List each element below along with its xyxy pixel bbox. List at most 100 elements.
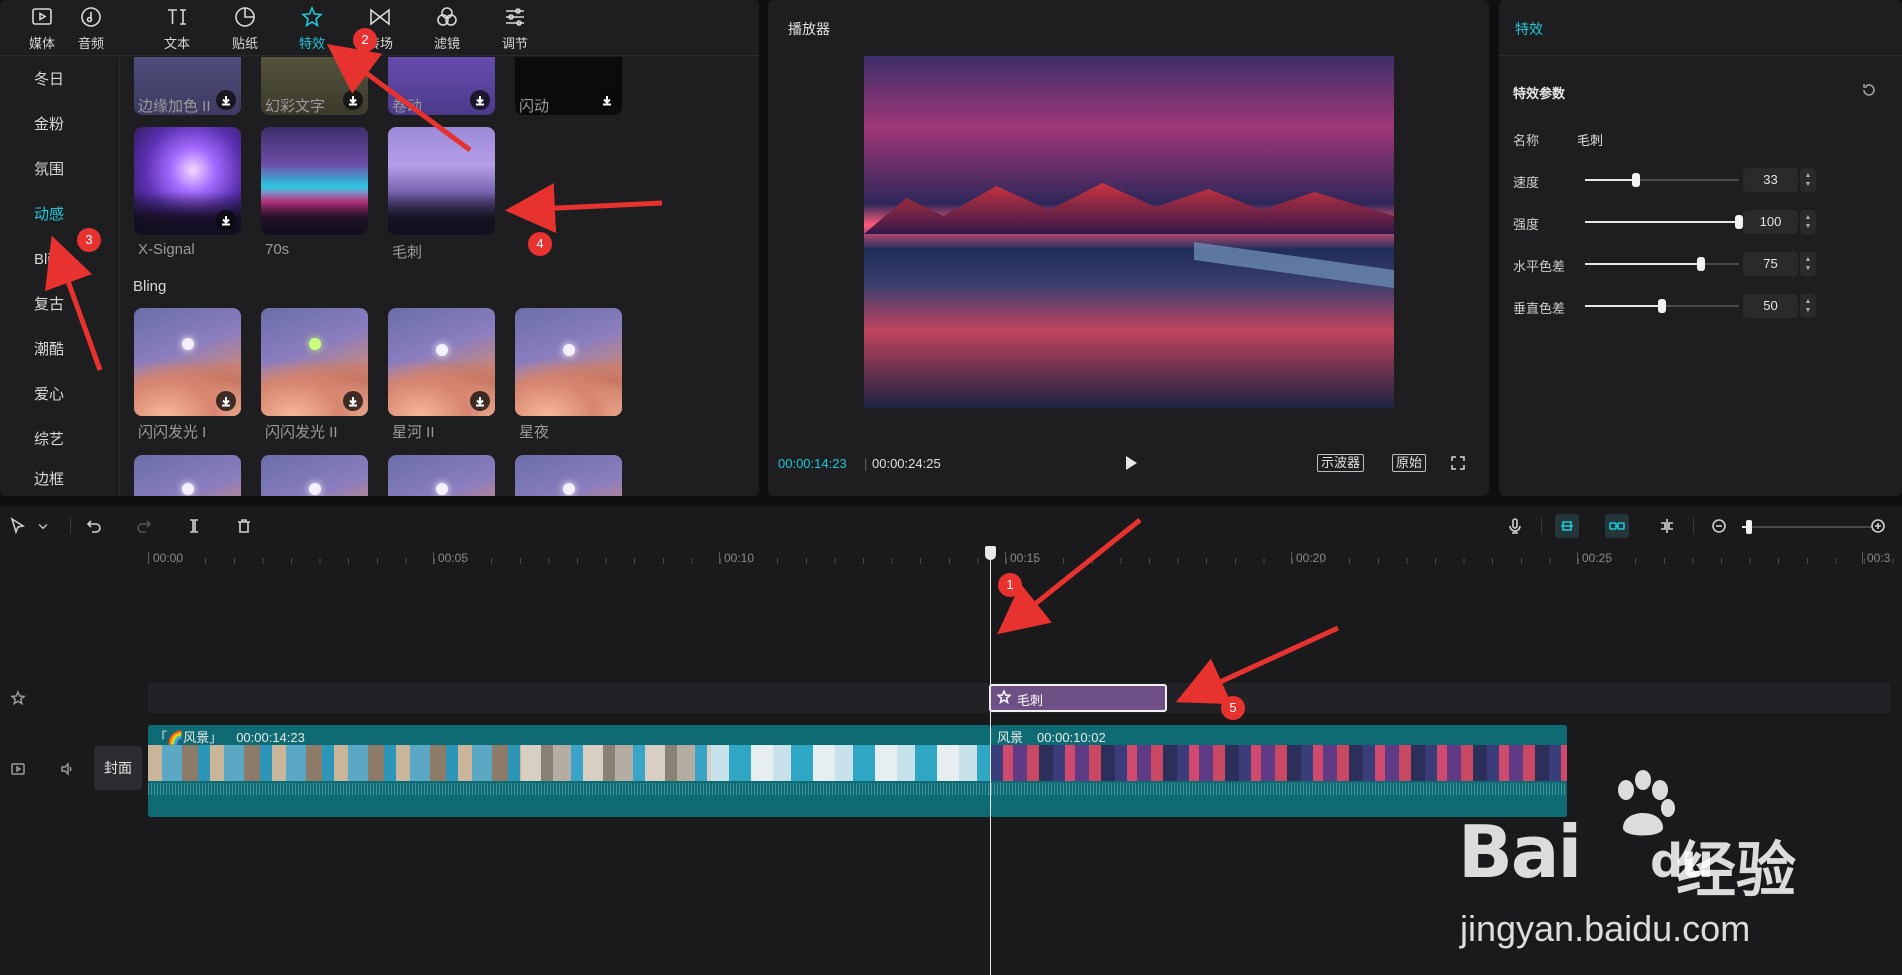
- category-variety[interactable]: 综艺: [0, 425, 120, 455]
- slider-handle[interactable]: [1658, 299, 1666, 313]
- tab-sticker[interactable]: 贴纸: [217, 4, 273, 54]
- effect-label: 毛刺: [392, 244, 423, 261]
- ruler-label: 00:15: [1005, 552, 1040, 564]
- slider-handle[interactable]: [1696, 257, 1705, 271]
- play-button[interactable]: [1122, 454, 1140, 472]
- effect-card[interactable]: [388, 308, 495, 416]
- mute-button[interactable]: [57, 759, 77, 779]
- clip-name: 风景: [997, 730, 1024, 745]
- text-icon: [164, 4, 190, 30]
- tool-dropdown[interactable]: [36, 514, 50, 538]
- video-preview[interactable]: [864, 56, 1394, 408]
- speed-stepper[interactable]: ▲ ▼: [1800, 168, 1816, 192]
- effect-label: X-Signal: [138, 241, 195, 258]
- effect-card[interactable]: [388, 455, 495, 496]
- tab-text[interactable]: 文本: [149, 4, 205, 54]
- horizontal-aberration-stepper[interactable]: ▲ ▼: [1800, 252, 1816, 276]
- clip-header: 风景 00:00:10:02: [997, 727, 1106, 746]
- intensity-input[interactable]: 100: [1743, 210, 1798, 234]
- category-gold-dust[interactable]: 金粉: [0, 110, 120, 140]
- effect-grid: 边缘加色 II 幻彩文字 卷动 闪动 X-Signal 70s 毛刺 Bling: [121, 57, 759, 496]
- effect-card-glitch[interactable]: [388, 127, 495, 235]
- param-label: 速度: [1513, 175, 1540, 190]
- category-love[interactable]: 爱心: [0, 380, 120, 410]
- effect-card[interactable]: [261, 308, 368, 416]
- slider-handle[interactable]: [1631, 173, 1640, 187]
- tab-effects[interactable]: 特效: [284, 4, 340, 54]
- download-icon[interactable]: [343, 391, 363, 411]
- effect-card[interactable]: [134, 455, 241, 496]
- horizontal-aberration-input[interactable]: 75: [1743, 252, 1798, 276]
- zoom-in-button[interactable]: [1866, 514, 1890, 538]
- moon-icon: [563, 344, 575, 356]
- zoom-out-button[interactable]: [1707, 514, 1731, 538]
- record-audio-button[interactable]: [1503, 514, 1527, 538]
- reset-button[interactable]: [1861, 82, 1877, 98]
- tab-filter[interactable]: 滤镜: [419, 4, 475, 54]
- annotation-badge: 1: [998, 573, 1022, 597]
- effect-card-70s[interactable]: [261, 127, 368, 235]
- download-icon[interactable]: [597, 90, 617, 110]
- slider-handle[interactable]: [1745, 520, 1752, 534]
- download-icon[interactable]: [470, 90, 490, 110]
- tab-audio[interactable]: 音频: [63, 4, 119, 54]
- player-title: 播放器: [788, 21, 830, 37]
- thumbnail-art: [521, 745, 711, 781]
- intensity-stepper[interactable]: ▲ ▼: [1800, 210, 1816, 234]
- speaker-icon: [61, 762, 72, 776]
- slider-handle[interactable]: [1735, 215, 1743, 229]
- preview-axis-button[interactable]: [1655, 514, 1679, 538]
- effect-card[interactable]: [515, 455, 622, 496]
- category-bling[interactable]: Bling: [0, 245, 120, 275]
- vertical-aberration-input[interactable]: 50: [1743, 294, 1798, 318]
- video-clip-1[interactable]: 「🌈风景」 00:00:14:23: [148, 725, 991, 817]
- playhead-handle[interactable]: [985, 546, 996, 560]
- download-icon[interactable]: [216, 90, 236, 110]
- category-retro[interactable]: 复古: [0, 290, 120, 320]
- microphone-icon: [1509, 518, 1521, 534]
- fullscreen-button[interactable]: [1450, 455, 1466, 471]
- oscilloscope-button[interactable]: 示波器: [1317, 454, 1365, 472]
- download-icon[interactable]: [343, 90, 363, 110]
- original-ratio-button[interactable]: 原始: [1392, 454, 1427, 472]
- effect-card-x-signal[interactable]: [134, 127, 241, 235]
- delete-button[interactable]: [232, 514, 256, 538]
- main-track-magnet-button[interactable]: [1555, 514, 1579, 538]
- cover-button[interactable]: 封面: [94, 746, 142, 790]
- category-border[interactable]: 边框: [0, 465, 120, 495]
- download-icon[interactable]: [216, 210, 236, 230]
- download-icon[interactable]: [216, 391, 236, 411]
- clip-duration: 00:00:10:02: [1037, 730, 1106, 745]
- effect-clip[interactable]: 毛刺: [989, 684, 1167, 712]
- horizontal-aberration-slider[interactable]: [1585, 257, 1739, 271]
- category-atmosphere[interactable]: 氛围: [0, 155, 120, 185]
- intensity-slider[interactable]: [1585, 215, 1743, 229]
- effect-card[interactable]: [134, 308, 241, 416]
- timeline-panel: 00:00 00:05 00:10 00:15 00:20 00:25 00:3…: [0, 506, 1902, 975]
- tab-media[interactable]: 媒体: [14, 4, 70, 54]
- cursor-icon: [10, 517, 26, 535]
- category-winter[interactable]: 冬日: [0, 65, 120, 95]
- category-dynamic[interactable]: 动感: [0, 200, 120, 230]
- download-icon[interactable]: [470, 391, 490, 411]
- select-tool-button[interactable]: [6, 514, 30, 538]
- linkage-button[interactable]: [1605, 514, 1629, 538]
- speed-input[interactable]: 33: [1743, 168, 1798, 192]
- ruler-label: 00:25: [1577, 552, 1612, 564]
- zoom-slider[interactable]: [1742, 520, 1872, 534]
- tab-adjust[interactable]: 调节: [487, 4, 543, 54]
- redo-button[interactable]: [132, 514, 156, 538]
- time-ruler[interactable]: 00:00 00:05 00:10 00:15 00:20 00:25 00:3: [0, 546, 1902, 570]
- vertical-aberration-stepper[interactable]: ▲ ▼: [1800, 294, 1816, 318]
- tab-effect-props[interactable]: 特效: [1515, 19, 1543, 39]
- undo-button[interactable]: [82, 514, 106, 538]
- category-trendy[interactable]: 潮酷: [0, 335, 120, 365]
- effect-card[interactable]: [261, 455, 368, 496]
- speed-slider[interactable]: [1585, 173, 1739, 187]
- effect-card[interactable]: [515, 308, 622, 416]
- resource-panel: 媒体 音频 文本 贴纸 特效 转场 滤镜 调节 冬日 金粉 氛围 动感 Blin…: [0, 0, 759, 496]
- split-button[interactable]: [182, 514, 206, 538]
- vertical-aberration-slider[interactable]: [1585, 299, 1739, 313]
- video-clip-2[interactable]: 风景 00:00:10:02: [991, 725, 1567, 817]
- effect-label: 闪闪发光 II: [265, 424, 338, 441]
